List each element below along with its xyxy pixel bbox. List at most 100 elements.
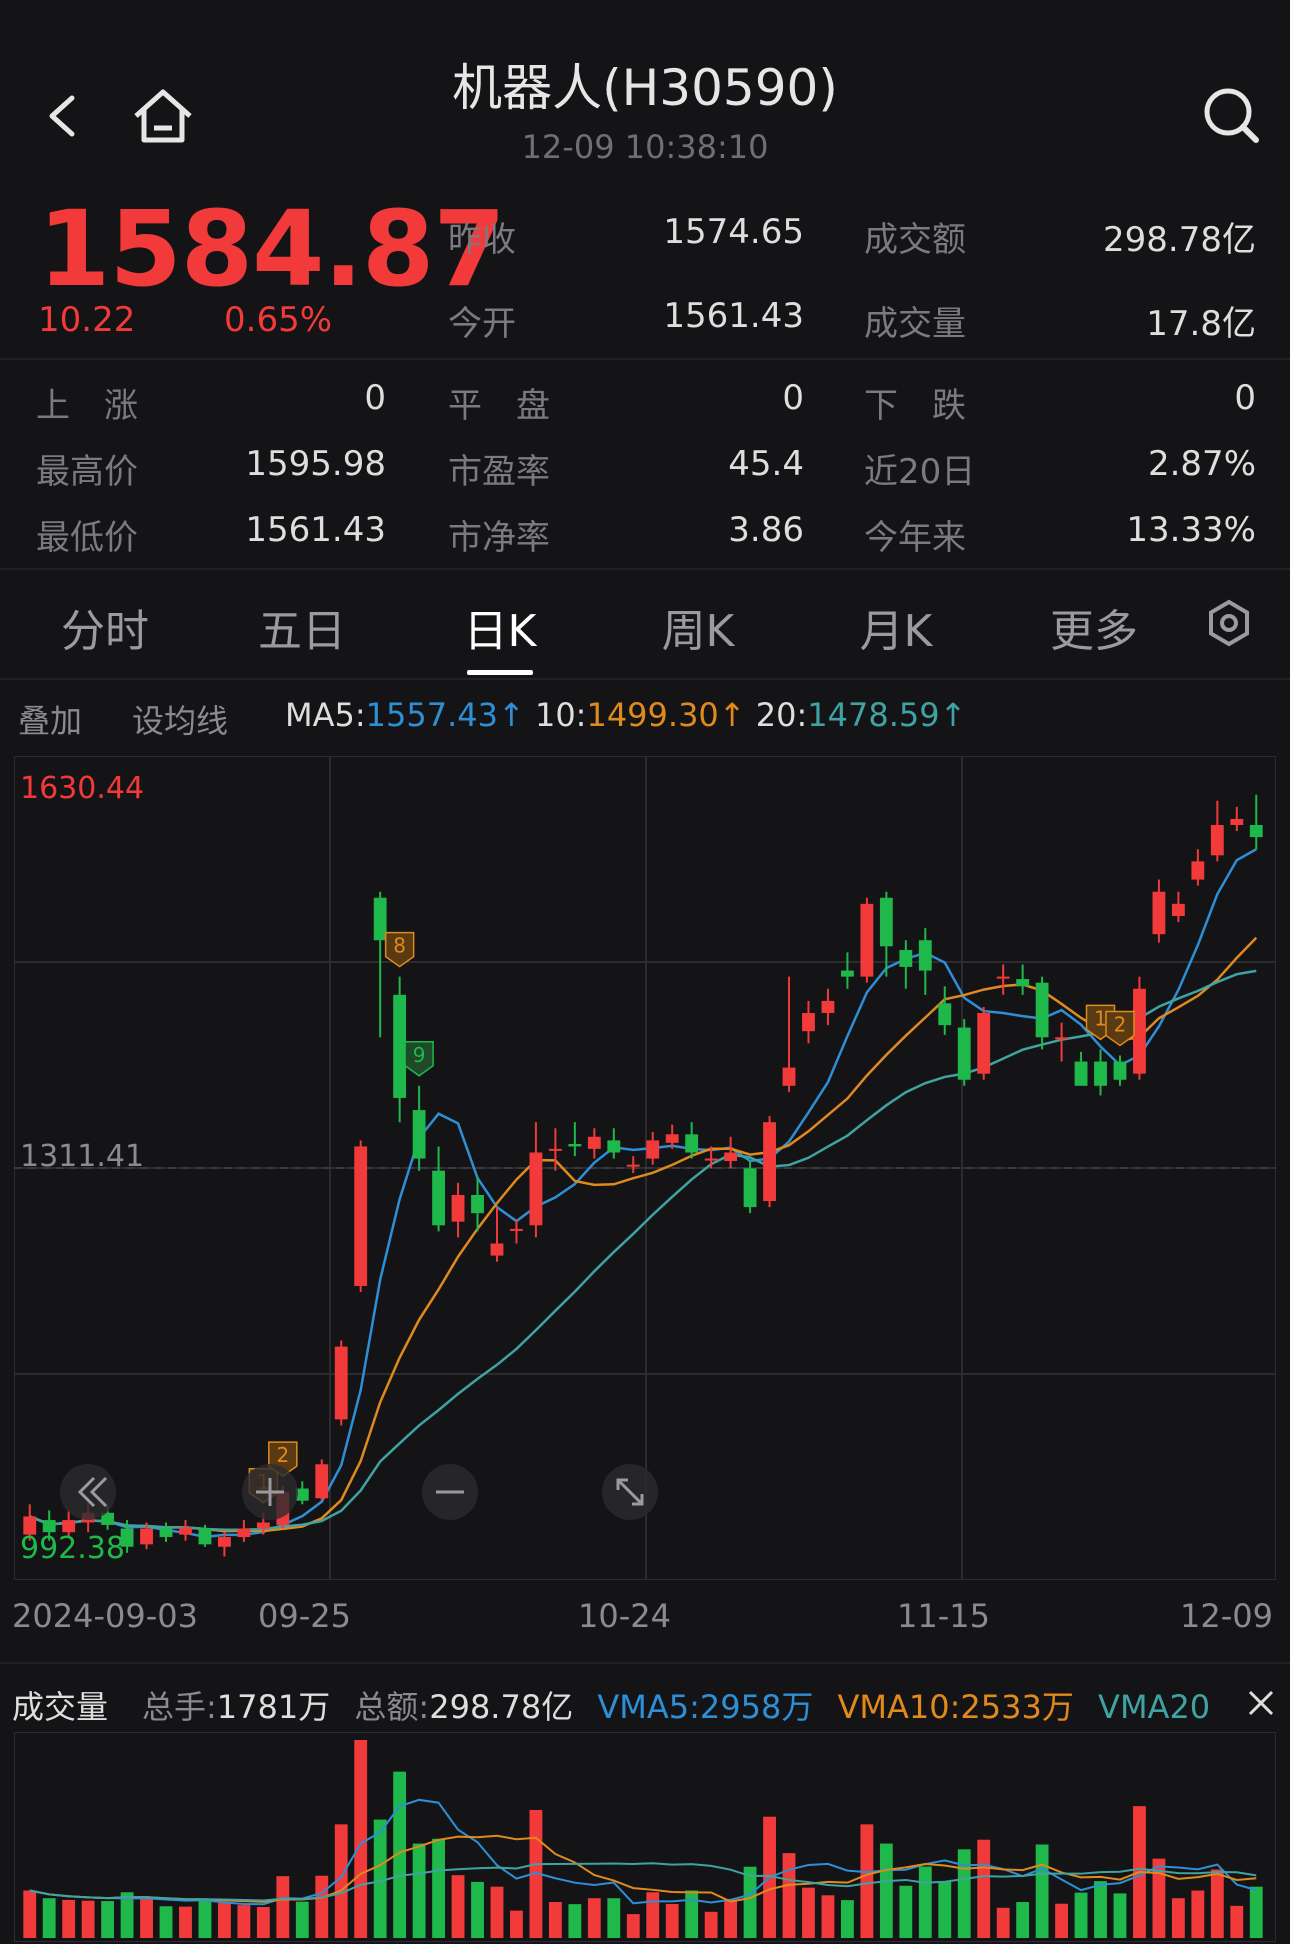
- vma20-line: [29, 1862, 1257, 1902]
- high-label: 最高价: [36, 452, 138, 492]
- volume-bar: [315, 1875, 329, 1938]
- low-value: 1561.43: [245, 510, 386, 550]
- zoom-in-button[interactable]: [242, 1464, 298, 1520]
- down-value: 0: [1234, 378, 1256, 418]
- signal-label: 2: [1114, 1012, 1127, 1036]
- prev-close-label: 昨收: [448, 220, 516, 260]
- volume-bar: [957, 1849, 971, 1938]
- volume-chart[interactable]: [14, 1732, 1276, 1942]
- volume-bar: [724, 1900, 738, 1938]
- volume-bar: [1035, 1844, 1049, 1938]
- candle-body: [1113, 1061, 1127, 1080]
- tab-more[interactable]: 更多: [1014, 595, 1174, 659]
- candle-body: [802, 1013, 815, 1032]
- volume-stats: 总手:1781万 总额:298.78亿 VMA5:2958万 VMA10:253…: [142, 1682, 1210, 1728]
- volume-bar: [490, 1886, 504, 1938]
- volume-bar: [938, 1881, 952, 1938]
- candle-body: [1230, 818, 1244, 825]
- volume-bar: [198, 1899, 212, 1938]
- settings-icon[interactable]: [1204, 598, 1254, 652]
- candle-body: [957, 1027, 971, 1080]
- volume-bar: [1249, 1886, 1263, 1938]
- candle-body: [334, 1346, 348, 1420]
- total-hands-value: 1781万: [216, 1688, 331, 1726]
- ma-legend: MA5:1557.43↑ 10:1499.30↑ 20:1478.59↑: [285, 696, 966, 734]
- candle-body: [860, 903, 874, 977]
- tab-weekly-k[interactable]: 周K: [618, 595, 778, 659]
- candle-body: [393, 994, 407, 1098]
- candle-body: [879, 897, 893, 947]
- candle-body: [1171, 903, 1185, 916]
- volume-bar: [1171, 1898, 1185, 1938]
- y-mid-label: 1311.41: [20, 1139, 144, 1174]
- tab-intraday[interactable]: 分时: [25, 595, 185, 659]
- open-value: 1561.43: [663, 296, 804, 336]
- ma10-label: 10:: [534, 696, 587, 734]
- volume-bar: [354, 1740, 368, 1938]
- signal-label: 8: [393, 934, 406, 958]
- volume-bar: [81, 1900, 95, 1938]
- search-icon[interactable]: [1196, 80, 1266, 150]
- candle-body: [685, 1134, 699, 1153]
- fullscreen-button[interactable]: [602, 1464, 658, 1520]
- volume-bar: [1113, 1893, 1127, 1938]
- up-label: 上 涨: [36, 386, 138, 426]
- volume-bar: [646, 1892, 660, 1938]
- volume-bar: [568, 1904, 582, 1938]
- candle-body: [237, 1528, 251, 1538]
- high-value: 1595.98: [245, 444, 386, 484]
- volume-bar: [451, 1875, 465, 1938]
- date-label: 12-09: [1180, 1597, 1273, 1635]
- volume-bar: [626, 1914, 640, 1938]
- ytd-value: 13.33%: [1126, 510, 1256, 550]
- candle-body: [140, 1528, 153, 1545]
- divider: [0, 678, 1290, 680]
- volume-bar: [1055, 1903, 1069, 1938]
- overlay-button[interactable]: 叠加: [18, 696, 82, 742]
- ma5-value: 1557.43↑: [365, 696, 525, 734]
- flat-value: 0: [782, 378, 804, 418]
- ytd-label: 今年来: [864, 518, 966, 558]
- close-icon[interactable]: [1246, 1688, 1276, 1722]
- vma10-line: [29, 1834, 1257, 1903]
- candle-body: [1152, 891, 1166, 935]
- candle-body: [1191, 861, 1205, 880]
- candle-body: [315, 1464, 329, 1499]
- volume-bar: [140, 1897, 153, 1938]
- tab-five-day[interactable]: 五日: [222, 595, 382, 659]
- zoom-out-button[interactable]: [422, 1464, 478, 1520]
- down-label: 下 跌: [864, 386, 966, 426]
- volume-value: 17.8亿: [1146, 304, 1256, 344]
- candle-body: [179, 1527, 192, 1535]
- candle-body: [1055, 1037, 1069, 1040]
- candle-body: [1210, 824, 1224, 856]
- volume-bar: [607, 1898, 621, 1938]
- volume-bar: [665, 1903, 679, 1938]
- tab-daily-k[interactable]: 日K: [420, 595, 580, 659]
- volume-bar: [276, 1876, 290, 1938]
- date-label: 10-24: [578, 1597, 671, 1635]
- divider: [0, 1662, 1290, 1664]
- volume-bar: [1016, 1902, 1030, 1938]
- volume-bar: [510, 1910, 523, 1938]
- pb-value: 3.86: [728, 510, 804, 550]
- candle-body: [568, 1144, 582, 1147]
- scroll-left-button[interactable]: [60, 1464, 116, 1520]
- volume-bar: [101, 1901, 115, 1938]
- volume-bar: [704, 1911, 718, 1938]
- candle-body: [782, 1067, 796, 1086]
- candle-body: [256, 1522, 270, 1529]
- volume-bar: [879, 1843, 893, 1938]
- active-tab-indicator: [467, 670, 533, 675]
- tab-monthly-k[interactable]: 月K: [816, 595, 976, 659]
- set-ma-button[interactable]: 设均线: [132, 696, 228, 742]
- candle-body: [510, 1228, 523, 1231]
- volume-bar: [977, 1839, 991, 1938]
- volume-bar: [432, 1838, 446, 1938]
- candle-body: [996, 976, 1010, 979]
- total-hands-label: 总手:: [142, 1688, 217, 1726]
- ma5-label: MA5:: [285, 696, 366, 734]
- candle-body: [646, 1140, 660, 1159]
- kline-chart[interactable]: 128912 1630.44 1311.41 992.38: [14, 756, 1276, 1580]
- vma10-value: 2533万: [960, 1688, 1074, 1726]
